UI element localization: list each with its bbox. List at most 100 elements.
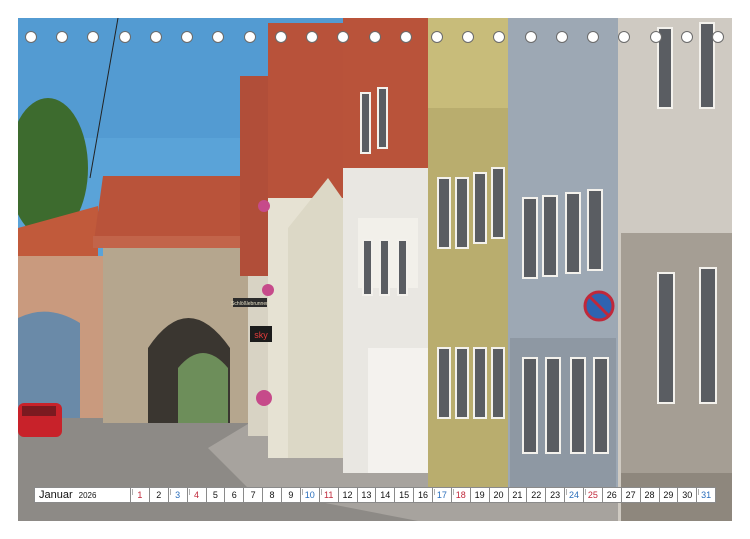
day-number: 8 — [269, 490, 275, 500]
month-label-box: Januar 2026 — [34, 487, 131, 503]
day-cell: 13 — [357, 487, 377, 503]
binding-hole — [649, 31, 662, 43]
day-cell: 3 — [168, 487, 188, 503]
day-cell: 16 — [414, 487, 433, 503]
day-number: 18 — [455, 490, 466, 500]
day-cell: 11 — [319, 487, 339, 503]
day-number: 16 — [418, 490, 429, 500]
binding-hole — [149, 31, 162, 43]
binding-hole — [680, 31, 693, 43]
day-cell: 5 — [206, 487, 226, 503]
binding-holes — [18, 31, 732, 49]
day-number: 26 — [606, 490, 617, 500]
day-cell: 30 — [678, 487, 698, 503]
day-number: 13 — [361, 490, 372, 500]
day-number: 27 — [625, 490, 636, 500]
binding-hole — [430, 31, 443, 43]
day-number: 4 — [194, 490, 200, 500]
day-cell: 22 — [527, 487, 547, 503]
binding-hole — [181, 31, 194, 43]
day-number: 17 — [436, 490, 447, 500]
day-number: 30 — [682, 490, 693, 500]
day-cell: 4 — [187, 487, 207, 503]
day-number: 12 — [342, 490, 353, 500]
day-number: 22 — [531, 490, 542, 500]
binding-hole — [524, 31, 537, 43]
day-number: 3 — [175, 490, 181, 500]
day-number: 29 — [663, 490, 674, 500]
day-cell: 9 — [282, 487, 301, 503]
day-number: 1 — [137, 490, 143, 500]
day-cell: 14 — [376, 487, 396, 503]
binding-hole — [118, 31, 131, 43]
binding-hole — [306, 31, 319, 43]
binding-hole — [56, 31, 69, 43]
day-marker — [132, 489, 133, 495]
day-marker — [188, 489, 190, 495]
day-cell: 28 — [640, 487, 660, 503]
day-number: 10 — [304, 490, 315, 500]
day-marker — [320, 489, 322, 495]
binding-hole — [87, 31, 100, 43]
binding-hole — [212, 31, 225, 43]
day-marker — [585, 489, 586, 495]
day-cell: 6 — [225, 487, 245, 503]
day-marker — [301, 489, 303, 495]
day-number: 21 — [512, 490, 523, 500]
day-number: 9 — [288, 490, 294, 500]
day-cell: 15 — [395, 487, 415, 503]
binding-hole — [399, 31, 412, 43]
day-cell: 19 — [470, 487, 490, 503]
binding-hole — [337, 31, 350, 43]
year-label: 2026 — [78, 490, 97, 500]
day-cell: 18 — [451, 487, 471, 503]
binding-hole — [712, 31, 724, 43]
day-marker — [698, 489, 700, 495]
day-cell: 2 — [149, 487, 169, 503]
day-number: 28 — [644, 490, 655, 500]
day-cell: 8 — [263, 487, 282, 503]
binding-hole — [368, 31, 381, 43]
day-number: 11 — [324, 490, 334, 500]
calendar-strip: Januar 2026 1 2 3 4 5 6 7 8 9 10 11 12 13 14 15 16 17 18 1… — [34, 487, 717, 503]
day-number: 2 — [156, 490, 162, 500]
day-number: 19 — [474, 490, 485, 500]
day-cell: 7 — [244, 487, 264, 503]
calendar-page: sky Schlößlebrunnen Januar 2026 12345678… — [0, 0, 750, 539]
street-photo: sky Schlößlebrunnen — [18, 18, 732, 521]
day-cell: 1 — [131, 487, 150, 503]
day-cell: 27 — [621, 487, 641, 503]
day-number: 24 — [569, 490, 580, 500]
day-cell: 20 — [489, 487, 509, 503]
day-cell: 12 — [338, 487, 358, 503]
day-cell: 23 — [546, 487, 566, 503]
binding-hole — [462, 31, 475, 43]
day-cell: 29 — [659, 487, 679, 503]
binding-hole — [25, 31, 37, 43]
shop-sign-text: sky — [254, 330, 268, 340]
day-number: 20 — [493, 490, 504, 500]
day-number: 7 — [250, 490, 256, 500]
binding-hole — [274, 31, 287, 43]
binding-hole — [618, 31, 631, 43]
binding-hole — [555, 31, 568, 43]
day-marker — [434, 489, 435, 495]
day-number: 15 — [399, 490, 410, 500]
day-number: 6 — [231, 490, 237, 500]
flowers — [258, 200, 270, 212]
day-number: 5 — [212, 490, 218, 500]
day-number: 31 — [701, 490, 712, 500]
day-marker — [169, 489, 171, 495]
roof-mid-left — [240, 76, 268, 276]
day-cell: 24 — [565, 487, 584, 503]
day-cell: 21 — [508, 487, 528, 503]
street-sign-text: Schlößlebrunnen — [231, 301, 269, 307]
day-number: 25 — [587, 490, 598, 500]
day-cells: 1 2 3 4 5 6 7 8 9 10 11 12 13 14 15 16 17 18 19 20 21 22 23 24 2… — [131, 487, 717, 503]
month-name: Januar — [39, 489, 73, 501]
day-cell: 26 — [602, 487, 622, 503]
day-cell: 17 — [433, 487, 452, 503]
day-cell: 25 — [584, 487, 603, 503]
day-cell: 10 — [300, 487, 320, 503]
day-marker — [452, 489, 454, 495]
